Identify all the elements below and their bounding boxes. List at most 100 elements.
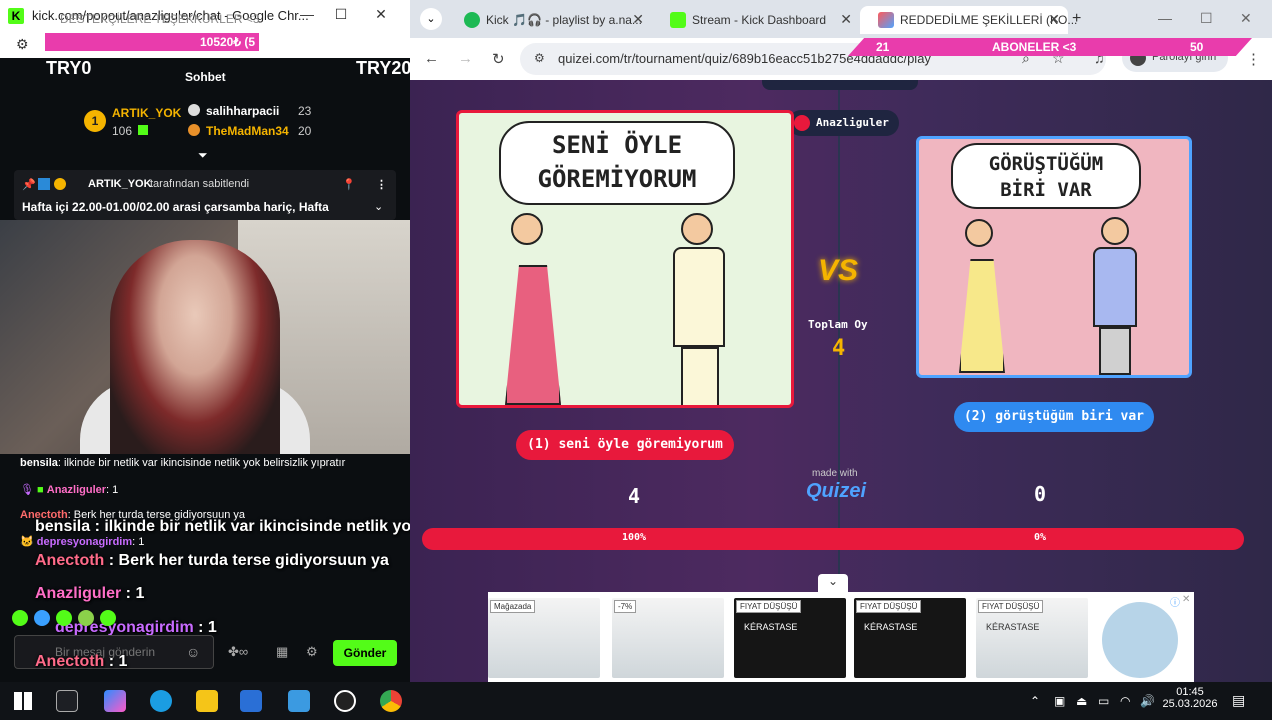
windows-start-icon[interactable]	[14, 692, 32, 710]
notification-icon[interactable]: ▤	[1232, 692, 1245, 709]
ad-brand-logo-icon[interactable]	[1102, 602, 1178, 678]
ad-product[interactable]: FIYAT DÜŞÜŞÜ KÉRASTASE	[734, 598, 846, 678]
file-explorer-icon[interactable]	[196, 690, 218, 712]
collapse-ad-chevron-icon[interactable]: ⌄	[818, 574, 848, 592]
ad-product[interactable]: -7%	[612, 598, 724, 678]
top-tab-decoration	[762, 80, 918, 90]
edge-icon[interactable]	[150, 690, 172, 712]
woman-dress	[959, 259, 1005, 373]
leader-count: 23	[298, 104, 312, 118]
speech-bubble: SENİ ÖYLE GÖREMİYORUM	[499, 121, 735, 205]
pinned-by-user[interactable]: ARTIK_YOK	[88, 178, 152, 190]
controller-icon: ■	[37, 484, 44, 496]
tray-chevron-icon[interactable]: ⌃	[1030, 694, 1040, 708]
webcam-overlay	[0, 220, 410, 454]
minimize-icon[interactable]: —	[296, 6, 318, 26]
back-icon[interactable]: ←	[424, 50, 439, 67]
option-one-card[interactable]: SENİ ÖYLE GÖREMİYORUM	[456, 110, 794, 408]
option-two-votes: 0	[1034, 482, 1047, 506]
emote-row	[12, 610, 252, 628]
man-pants	[1099, 327, 1131, 375]
tab-kick-dashboard[interactable]: Stream - Kick Dashboard ✕	[652, 6, 860, 34]
option-two-card[interactable]: GÖRÜŞTÜĞÜM BİRİ VAR	[916, 136, 1192, 378]
pinned-message: 📌 ARTIK_YOK tarafından sabitlendi 📍 ⋮ Ha…	[14, 170, 396, 220]
menu-icon[interactable]: ⋮	[1246, 50, 1261, 68]
volume-icon[interactable]: 🔊	[1140, 694, 1155, 708]
tab-search-icon[interactable]: ⌄	[420, 8, 442, 30]
moderator-badge-icon	[38, 178, 50, 190]
woman-head	[965, 219, 993, 247]
tab-quizei[interactable]: REDDEDİLME ŞEKİLLERİ (KO... ✕	[860, 6, 1077, 34]
obs-icon[interactable]	[334, 690, 356, 712]
chrome-icon[interactable]	[380, 690, 402, 712]
leader-name[interactable]: salihharpacii	[206, 104, 279, 118]
outlook-icon[interactable]	[288, 690, 310, 712]
vote-option-two-button[interactable]: (2) görüştüğüm biri var	[954, 402, 1154, 432]
site-info-icon[interactable]: ⚙	[534, 51, 545, 65]
site-info-icon[interactable]: ⚙	[16, 36, 29, 53]
emote-icon[interactable]	[78, 610, 94, 626]
minimize-icon[interactable]: —	[1158, 10, 1172, 26]
tray-app-icon[interactable]: ▣	[1054, 694, 1065, 708]
leader-name[interactable]: TheMadMan34	[206, 124, 289, 138]
emoji-icon[interactable]: ☺	[186, 644, 200, 660]
leader-name[interactable]: ARTIK_YOK	[112, 106, 181, 120]
quiz-page: Anazliguler SENİ ÖYLE GÖREMİYORUM GÖRÜŞT…	[410, 80, 1272, 682]
woman-dress	[505, 265, 561, 405]
ad-info-icon[interactable]: ⓘ	[1170, 594, 1180, 609]
kick-emote-icon[interactable]: ✤∞	[228, 644, 248, 660]
settings-icon[interactable]: ⚙	[306, 644, 318, 660]
chevron-down-icon[interactable]: ⌄	[374, 200, 383, 213]
tab-spotify[interactable]: Kick 🎵🎧 - playlist by a.na... ✕	[446, 6, 652, 34]
send-button[interactable]: Gönder	[333, 640, 397, 666]
man-pants	[681, 347, 719, 405]
chat-tab-title: Sohbet	[185, 70, 226, 84]
emote-icon[interactable]	[56, 610, 72, 626]
ad-banner[interactable]: Mağazada -7% FIYAT DÜŞÜŞÜ KÉRASTASE FIYA…	[488, 592, 1194, 682]
ad-close-icon[interactable]: ✕	[1182, 594, 1190, 605]
clock-time: 01:45	[1176, 686, 1204, 698]
medal-silver-icon	[188, 104, 200, 116]
close-tab-icon[interactable]: ✕	[632, 11, 644, 28]
quizei-logo[interactable]: Quizei	[806, 480, 866, 503]
kick-logo-icon: K	[8, 8, 24, 24]
vote-progress-bar: 100% 0%	[422, 528, 1244, 550]
chat-message: bensila: ilkinde bir netlik var ikincisi…	[20, 457, 346, 469]
gift-shop-icon[interactable]: ▦	[276, 644, 288, 660]
forward-icon[interactable]: →	[458, 50, 473, 67]
overlay-chat-line: Anazliguler : 1	[35, 585, 145, 602]
close-tab-icon[interactable]: ✕	[1048, 11, 1060, 28]
emote-icon[interactable]	[34, 610, 50, 626]
maximize-icon[interactable]: ☐	[330, 6, 352, 26]
creator-pill[interactable]: Anazliguler	[788, 110, 899, 136]
ad-product[interactable]: FIYAT DÜŞÜŞÜ KÉRASTASE	[976, 598, 1088, 678]
taskbar: ⌃ ▣ ⏏ ▭ ◠ 🔊 ▤	[0, 682, 1272, 720]
wifi-icon[interactable]: ◠	[1120, 694, 1130, 708]
emote-icon[interactable]	[100, 610, 116, 626]
more-options-icon[interactable]: ⋮	[376, 178, 387, 191]
close-tab-icon[interactable]: ✕	[840, 11, 852, 28]
close-icon[interactable]: ✕	[370, 6, 392, 26]
option-two-percent: 0%	[1034, 532, 1047, 543]
ad-product[interactable]: FIYAT DÜŞÜŞÜ KÉRASTASE	[854, 598, 966, 678]
tab-strip: ⌄ Kick 🎵🎧 - playlist by a.na... ✕ Stream…	[410, 0, 1272, 38]
pin-icon: 📌	[22, 179, 36, 191]
expand-leaderboard-icon[interactable]: ⏷	[198, 148, 208, 163]
new-tab-button[interactable]: +	[1072, 10, 1081, 28]
maximize-icon[interactable]: ☐	[1200, 10, 1213, 27]
reload-icon[interactable]: ↻	[492, 50, 505, 68]
option-one-percent: 100%	[622, 532, 647, 543]
ad-product[interactable]: Mağazada	[488, 598, 600, 678]
tray-usb-icon[interactable]: ⏏	[1076, 694, 1087, 708]
copilot-icon[interactable]	[104, 690, 126, 712]
system-clock[interactable]: 01:45 25.03.2026	[1156, 686, 1224, 710]
speech-bubble: GÖRÜŞTÜĞÜM BİRİ VAR	[951, 143, 1141, 209]
vote-option-one-button[interactable]: (1) seni öyle göremiyorum	[516, 430, 734, 460]
task-view-icon[interactable]	[56, 690, 78, 712]
chat-message: 🐱 depresyonagirdim: 1	[20, 536, 145, 548]
store-icon[interactable]	[240, 690, 262, 712]
close-icon[interactable]: ✕	[1240, 10, 1252, 27]
battery-icon[interactable]: ▭	[1098, 694, 1109, 708]
emote-icon[interactable]	[12, 610, 28, 626]
unpin-icon[interactable]: 📍	[342, 178, 356, 191]
